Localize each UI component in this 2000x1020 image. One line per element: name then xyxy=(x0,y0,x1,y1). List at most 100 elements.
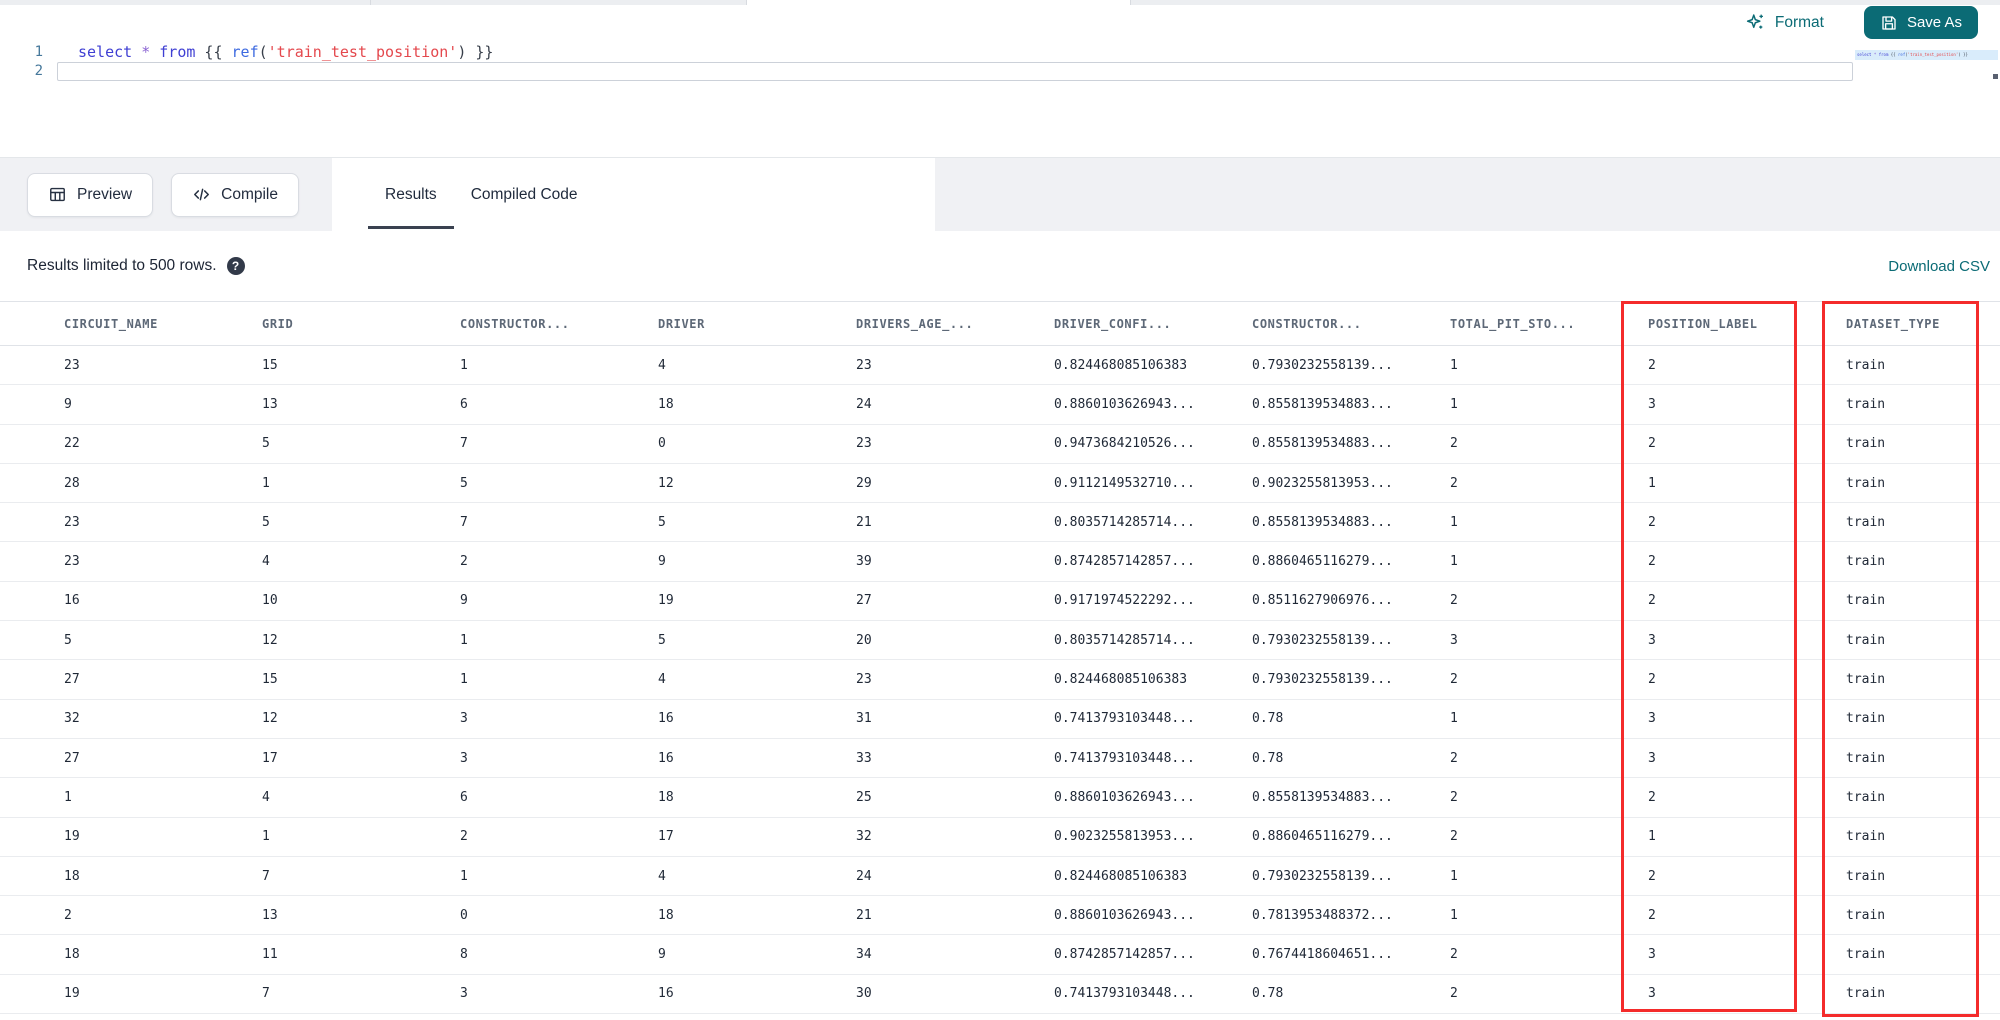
table-cell: 4 xyxy=(262,554,270,570)
table-cell: 19 xyxy=(658,593,674,609)
table-cell: 22 xyxy=(64,436,80,452)
results-table: CIRCUIT_NAME GRID CONSTRUCTOR... DRIVER DRIV… xyxy=(0,301,2000,1015)
minimap-token: select xyxy=(1857,52,1872,57)
table-cell: 5 xyxy=(64,632,72,648)
editor-active-line-box[interactable] xyxy=(57,62,1853,81)
line-number: 2 xyxy=(34,63,43,79)
table-row: 23 15 1 4 23 0.824468085106383 0.7930232558139… xyxy=(0,346,2000,386)
table-cell: 0.8558139534883... xyxy=(1252,436,1393,452)
column-header: CONSTRUCTOR... xyxy=(460,316,570,331)
table-cell: 0.8035714285714... xyxy=(1054,632,1195,648)
table-cell: 2 xyxy=(460,829,468,845)
table-cell: 12 xyxy=(262,632,278,648)
table-cell: 0.824468085106383 xyxy=(1054,357,1188,373)
table-cell: 15 xyxy=(262,357,278,373)
table-cell: train xyxy=(1846,750,1886,766)
file-tab-divider xyxy=(370,0,371,5)
table-cell: 2 xyxy=(1648,554,1656,570)
table-cell: 16 xyxy=(658,750,674,766)
table-cell: 34 xyxy=(856,947,872,963)
row-limit-notice: Results limited to 500 rows. ? xyxy=(27,257,245,275)
table-cell: 3 xyxy=(1648,947,1656,963)
code-line-1[interactable]: select * from {{ ref('train_test_positio… xyxy=(78,43,493,62)
table-cell: 16 xyxy=(658,711,674,727)
table-cell: 0.7813953488372... xyxy=(1252,907,1393,923)
sparkles-icon xyxy=(1745,12,1766,33)
minimap-token: {{ xyxy=(1888,52,1898,57)
editor-minimap[interactable]: select * from {{ ref('train_test_positio… xyxy=(1855,50,1998,145)
save-as-button[interactable]: Save As xyxy=(1863,6,1978,39)
table-cell: 0 xyxy=(658,436,666,452)
table-cell: 23 xyxy=(64,357,80,373)
table-cell: 3 xyxy=(1648,750,1656,766)
code-editor[interactable]: 12 select * from {{ ref('train_test_posi… xyxy=(0,40,2000,158)
table-cell: 1 xyxy=(1648,475,1656,491)
table-cell: 0.7930232558139... xyxy=(1252,868,1393,884)
code-token-keyword: select xyxy=(78,43,133,61)
table-cell: 11 xyxy=(262,947,278,963)
tab-results[interactable]: Results xyxy=(368,158,454,231)
row-limit-text: Results limited to 500 rows. xyxy=(27,257,217,274)
table-cell: 19 xyxy=(64,986,80,1002)
table-cell: 6 xyxy=(460,789,468,805)
table-cell: 3 xyxy=(1648,396,1656,412)
table-cell: 17 xyxy=(262,750,278,766)
compile-button[interactable]: Compile xyxy=(171,172,299,217)
table-cell: 0.9473684210526... xyxy=(1054,436,1195,452)
table-cell: 0 xyxy=(460,907,468,923)
tab-compiled-code[interactable]: Compiled Code xyxy=(454,158,595,231)
table-cell: train xyxy=(1846,947,1886,963)
column-header: CONSTRUCTOR... xyxy=(1252,316,1362,331)
table-cell: 18 xyxy=(64,947,80,963)
table-row: 18 7 1 4 24 0.824468085106383 0.7930232558139.… xyxy=(0,857,2000,897)
table-cell: 7 xyxy=(262,986,270,1002)
table-cell: 16 xyxy=(64,593,80,609)
table-cell: 18 xyxy=(658,789,674,805)
table-cell: train xyxy=(1846,396,1886,412)
table-cell: 0.7930232558139... xyxy=(1252,672,1393,688)
table-cell: 21 xyxy=(856,907,872,923)
table-cell: 7 xyxy=(460,514,468,530)
table-cell: 0.7930232558139... xyxy=(1252,632,1393,648)
query-actions: Preview Compile xyxy=(0,158,332,231)
table-cell: 2 xyxy=(1450,593,1458,609)
column-header: GRID xyxy=(262,316,294,331)
table-cell: 5 xyxy=(262,514,270,530)
table-cell: train xyxy=(1846,357,1886,373)
table-cell: 23 xyxy=(856,357,872,373)
table-cell: 3 xyxy=(460,711,468,727)
table-cell: 0.8511627906976... xyxy=(1252,593,1393,609)
table-cell: 2 xyxy=(1450,829,1458,845)
table-grid-icon xyxy=(48,185,67,204)
table-cell: 5 xyxy=(460,475,468,491)
table-cell: train xyxy=(1846,868,1886,884)
table-row: 28 1 5 12 29 0.9112149532710... 0.902325581395… xyxy=(0,464,2000,504)
format-button[interactable]: Format xyxy=(1739,11,1830,34)
minimap-token: }} xyxy=(1960,52,1968,57)
table-cell: 4 xyxy=(262,789,270,805)
table-row: 32 12 3 16 31 0.7413793103448... 0.78 1 3 train xyxy=(0,700,2000,739)
table-cell: 9 xyxy=(658,554,666,570)
table-cell: 1 xyxy=(64,789,72,805)
table-cell: 0.7413793103448... xyxy=(1054,750,1195,766)
table-cell: 0.78 xyxy=(1252,711,1284,727)
table-cell: 27 xyxy=(64,672,80,688)
table-cell: 1 xyxy=(460,868,468,884)
table-cell: 23 xyxy=(856,436,872,452)
table-cell: 2 xyxy=(1648,789,1656,805)
table-row: 19 7 3 16 30 0.7413793103448... 0.78 2 3 train xyxy=(0,975,2000,1015)
column-header: CIRCUIT_NAME xyxy=(64,316,158,331)
preview-button[interactable]: Preview xyxy=(27,172,154,217)
table-row: 2 13 0 18 21 0.8860103626943... 0.781395348837… xyxy=(0,896,2000,936)
table-cell: 2 xyxy=(1648,593,1656,609)
download-csv-link[interactable]: Download CSV xyxy=(1888,258,1990,275)
table-cell: 10 xyxy=(262,593,278,609)
minimap-token: from xyxy=(1878,52,1889,57)
help-icon[interactable]: ? xyxy=(226,257,245,275)
table-cell: 1 xyxy=(1450,396,1458,412)
code-token-punct: {{ xyxy=(195,43,232,61)
table-cell: 2 xyxy=(1648,357,1656,373)
table-row: 27 15 1 4 23 0.824468085106383 0.7930232558139… xyxy=(0,660,2000,700)
table-cell: 2 xyxy=(64,907,72,923)
table-cell: train xyxy=(1846,907,1886,923)
